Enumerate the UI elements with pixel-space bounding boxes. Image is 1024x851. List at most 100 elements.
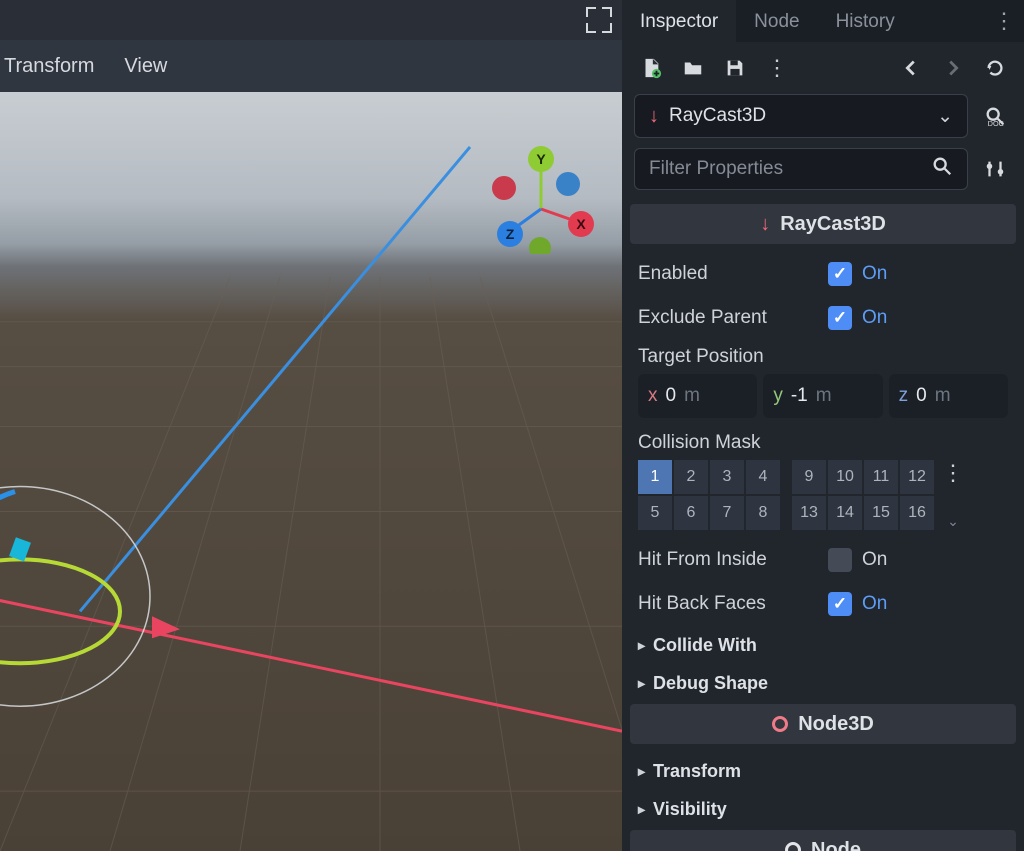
caret-right-icon: ▸ bbox=[638, 801, 645, 818]
mask-layer-4[interactable]: 4 bbox=[746, 460, 780, 494]
vec-z-value: 0 bbox=[916, 385, 927, 407]
prop-label: Hit Back Faces bbox=[638, 593, 828, 615]
mask-layer-7[interactable]: 7 bbox=[710, 496, 744, 530]
prop-target-position: x 0 m y -1 m z 0 m bbox=[630, 374, 1016, 426]
open-folder-icon[interactable] bbox=[676, 51, 710, 85]
svg-text:X: X bbox=[576, 216, 586, 232]
target-position-x[interactable]: x 0 m bbox=[638, 374, 757, 418]
tools-icon[interactable] bbox=[978, 152, 1012, 186]
search-icon bbox=[931, 155, 953, 183]
axis-label-y: y bbox=[773, 385, 783, 407]
checkbox-hit-from-inside[interactable] bbox=[828, 548, 852, 572]
collision-mask-grid: 1 2 3 4 9 10 11 12 5 6 7 8 13 14 15 16 bbox=[638, 460, 934, 530]
caret-right-icon: ▸ bbox=[638, 637, 645, 654]
foldout-transform[interactable]: ▸ Transform bbox=[630, 752, 1016, 790]
axis-x-line bbox=[0, 596, 622, 731]
tabs-more-icon[interactable] bbox=[984, 0, 1024, 42]
target-position-y[interactable]: y -1 m bbox=[763, 374, 882, 418]
node-selector[interactable]: ↓ RayCast3D ⌄ bbox=[634, 94, 968, 138]
history-undo-icon[interactable] bbox=[978, 51, 1012, 85]
class-header-label: Node3D bbox=[798, 713, 874, 736]
new-resource-icon[interactable] bbox=[634, 51, 668, 85]
history-forward-icon[interactable] bbox=[936, 51, 970, 85]
checkbox-hit-back-faces[interactable] bbox=[828, 592, 852, 616]
prop-collision-mask-label: Collision Mask bbox=[630, 426, 1016, 460]
viewport-3d[interactable]: Y X Z bbox=[0, 92, 622, 851]
mask-more-icon[interactable] bbox=[942, 460, 964, 486]
history-back-icon[interactable] bbox=[894, 51, 928, 85]
mask-layer-5[interactable]: 5 bbox=[638, 496, 672, 530]
foldout-collide-with[interactable]: ▸ Collide With bbox=[630, 626, 1016, 664]
mask-layer-15[interactable]: 15 bbox=[864, 496, 898, 530]
viewport-top-toolbar bbox=[0, 0, 622, 40]
gizmo-ring-y bbox=[0, 559, 120, 663]
axis-label-x: x bbox=[648, 385, 658, 407]
prop-label: Exclude Parent bbox=[638, 307, 828, 329]
inspector-tabs: Inspector Node History bbox=[622, 0, 1024, 42]
mask-layer-12[interactable]: 12 bbox=[900, 460, 934, 494]
foldout-label: Collide With bbox=[653, 635, 757, 656]
mask-layer-10[interactable]: 10 bbox=[828, 460, 862, 494]
raycast-arrow-icon: ↓ bbox=[760, 213, 770, 236]
inspector-toolbar bbox=[622, 42, 1024, 94]
mask-layer-3[interactable]: 3 bbox=[710, 460, 744, 494]
node-selector-name: RayCast3D bbox=[669, 105, 766, 127]
foldout-debug-shape[interactable]: ▸ Debug Shape bbox=[630, 664, 1016, 702]
node3d-ring-icon bbox=[772, 716, 788, 732]
svg-text:Z: Z bbox=[506, 226, 515, 242]
class-header-label: Node bbox=[811, 839, 861, 851]
open-docs-icon[interactable]: DOC bbox=[978, 99, 1012, 133]
checkbox-enabled[interactable] bbox=[828, 262, 852, 286]
svg-text:Y: Y bbox=[536, 151, 546, 167]
svg-text:DOC: DOC bbox=[988, 119, 1005, 127]
mask-expand-icon[interactable]: ⌄ bbox=[947, 513, 959, 530]
gizmo-ring-z bbox=[0, 491, 15, 651]
mask-layer-1[interactable]: 1 bbox=[638, 460, 672, 494]
toolbar-more-icon[interactable] bbox=[760, 51, 794, 85]
tab-inspector[interactable]: Inspector bbox=[622, 0, 736, 42]
unit: m bbox=[684, 385, 700, 407]
caret-right-icon: ▸ bbox=[638, 675, 645, 692]
prop-value: On bbox=[862, 593, 887, 615]
filter-placeholder: Filter Properties bbox=[649, 158, 783, 180]
mask-layer-13[interactable]: 13 bbox=[792, 496, 826, 530]
prop-label: Hit From Inside bbox=[638, 549, 828, 571]
unit: m bbox=[816, 385, 832, 407]
menu-view[interactable]: View bbox=[124, 55, 167, 78]
class-header-node[interactable]: Node bbox=[630, 830, 1016, 851]
prop-enabled[interactable]: Enabled On bbox=[630, 252, 1016, 296]
class-header-node3d[interactable]: Node3D bbox=[630, 704, 1016, 744]
foldout-label: Debug Shape bbox=[653, 673, 768, 694]
orientation-gizmo[interactable]: Y X Z bbox=[486, 144, 596, 254]
class-header-raycast3d[interactable]: ↓ RayCast3D bbox=[630, 204, 1016, 244]
mask-layer-11[interactable]: 11 bbox=[864, 460, 898, 494]
gizmo-ring-outer bbox=[0, 486, 150, 706]
node-ring-icon bbox=[785, 842, 801, 851]
tab-node[interactable]: Node bbox=[736, 0, 817, 42]
raycast-arrow-icon: ↓ bbox=[649, 105, 659, 128]
mask-layer-8[interactable]: 8 bbox=[746, 496, 780, 530]
prop-value: On bbox=[862, 549, 887, 571]
mask-layer-6[interactable]: 6 bbox=[674, 496, 708, 530]
class-header-label: RayCast3D bbox=[780, 213, 886, 236]
prop-hit-back-faces[interactable]: Hit Back Faces On bbox=[630, 582, 1016, 626]
save-icon[interactable] bbox=[718, 51, 752, 85]
mask-layer-16[interactable]: 16 bbox=[900, 496, 934, 530]
prop-exclude-parent[interactable]: Exclude Parent On bbox=[630, 296, 1016, 340]
mask-layer-2[interactable]: 2 bbox=[674, 460, 708, 494]
axis-ray-blue bbox=[80, 147, 470, 611]
prop-hit-from-inside[interactable]: Hit From Inside On bbox=[630, 538, 1016, 582]
prop-value: On bbox=[862, 307, 887, 329]
menu-transform[interactable]: Transform bbox=[4, 55, 94, 78]
viewport-menubar: Transform View bbox=[0, 40, 622, 92]
vec-y-value: -1 bbox=[791, 385, 808, 407]
checkbox-exclude-parent[interactable] bbox=[828, 306, 852, 330]
target-position-z[interactable]: z 0 m bbox=[889, 374, 1008, 418]
filter-properties-input[interactable]: Filter Properties bbox=[634, 148, 968, 190]
mask-layer-14[interactable]: 14 bbox=[828, 496, 862, 530]
fullscreen-icon[interactable] bbox=[586, 7, 612, 33]
tab-history[interactable]: History bbox=[818, 0, 913, 42]
foldout-visibility[interactable]: ▸ Visibility bbox=[630, 790, 1016, 828]
unit: m bbox=[935, 385, 951, 407]
mask-layer-9[interactable]: 9 bbox=[792, 460, 826, 494]
